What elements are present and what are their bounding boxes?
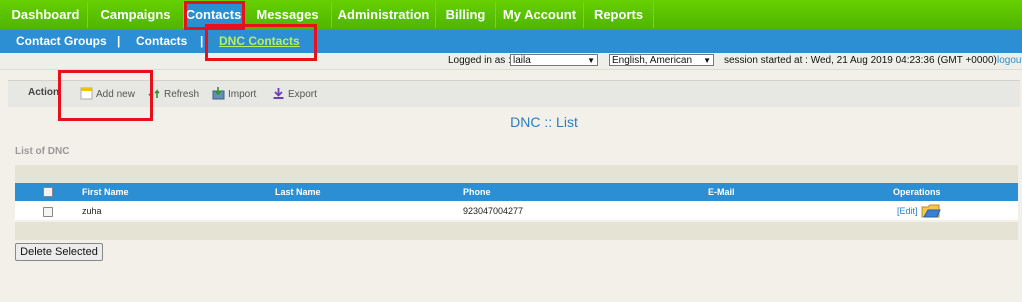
subnav-separator: | — [200, 34, 204, 48]
folder-delete-icon[interactable] — [921, 203, 941, 219]
column-phone[interactable]: Phone — [463, 187, 491, 197]
tab-campaigns[interactable]: Campaigns — [88, 2, 184, 28]
logout-link[interactable]: logout — [997, 55, 1022, 66]
language-select-value: English, American — [612, 55, 693, 66]
action-label: Action — [28, 87, 60, 98]
logged-in-label: Logged in as : — [448, 55, 511, 66]
page-title: DNC :: List — [510, 114, 578, 130]
import-icon — [212, 87, 225, 100]
add-new-label: Add new — [96, 89, 135, 100]
status-bar: Logged in as : laila ▼ English, American… — [0, 53, 1022, 70]
table-bottom-band — [15, 222, 1018, 240]
tab-administration[interactable]: Administration — [332, 2, 436, 28]
subnav-contact-groups[interactable]: Contact Groups — [16, 30, 107, 55]
sub-navigation: Contact Groups | Contacts | DNC Contacts — [0, 30, 1022, 55]
cell-phone: 923047004277 — [463, 206, 524, 216]
column-last-name[interactable]: Last Name — [275, 187, 321, 197]
tab-contacts[interactable]: Contacts — [184, 2, 244, 28]
refresh-button[interactable]: Refresh — [148, 87, 199, 100]
refresh-arrows-icon — [148, 89, 160, 98]
subnav-separator: | — [117, 34, 121, 48]
refresh-label: Refresh — [164, 89, 200, 100]
table-row: zuha 923047004277 [Edit] — [15, 201, 1018, 220]
cell-first-name: zuha — [82, 206, 102, 216]
user-select-value: laila — [513, 55, 531, 66]
tab-reports[interactable]: Reports — [584, 2, 654, 28]
column-operations: Operations — [893, 187, 941, 197]
import-button[interactable]: Import — [212, 87, 256, 100]
tab-my-account[interactable]: My Account — [496, 2, 584, 28]
column-first-name[interactable]: First Name — [82, 187, 129, 197]
row-checkbox[interactable] — [43, 207, 53, 217]
list-label: List of DNC — [15, 146, 70, 157]
session-info: session started at : Wed, 21 Aug 2019 04… — [724, 55, 997, 66]
new-document-icon — [80, 87, 93, 100]
tab-billing[interactable]: Billing — [436, 2, 496, 28]
export-label: Export — [288, 89, 317, 100]
chevron-down-icon: ▼ — [587, 56, 595, 65]
column-email[interactable]: E-Mail — [708, 187, 735, 197]
export-button[interactable]: Export — [272, 87, 317, 100]
table-top-band — [15, 165, 1018, 183]
tab-messages[interactable]: Messages — [244, 2, 332, 28]
delete-selected-button[interactable]: Delete Selected — [15, 243, 103, 261]
language-select[interactable]: English, American ▼ — [609, 54, 714, 66]
add-new-button[interactable]: Add new — [80, 87, 135, 100]
action-bar: Action Add new Refresh Import Export — [8, 80, 1020, 107]
import-label: Import — [228, 89, 257, 100]
select-all-checkbox[interactable] — [43, 187, 53, 197]
export-arrow-icon — [273, 88, 284, 99]
subnav-dnc-contacts[interactable]: DNC Contacts — [219, 30, 300, 55]
top-navigation: Dashboard Campaigns Contacts Messages Ad… — [0, 0, 1022, 30]
user-select[interactable]: laila ▼ — [510, 54, 598, 66]
subnav-contacts[interactable]: Contacts — [136, 30, 187, 55]
table-header: First Name Last Name Phone E-Mail Operat… — [15, 183, 1018, 201]
edit-link[interactable]: [Edit] — [897, 206, 918, 216]
chevron-down-icon: ▼ — [703, 56, 711, 65]
tab-dashboard[interactable]: Dashboard — [4, 2, 88, 28]
